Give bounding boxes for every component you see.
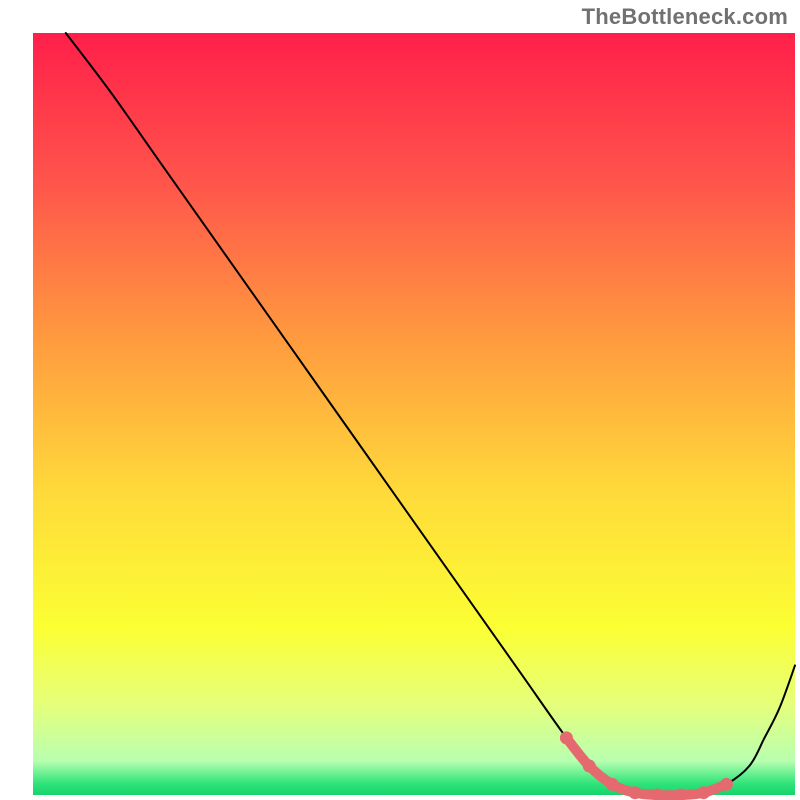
gradient-background	[33, 33, 795, 795]
optimal-range-marker	[606, 778, 619, 791]
optimal-range-marker	[720, 778, 733, 791]
optimal-range-marker	[583, 760, 596, 773]
optimal-range-marker	[697, 786, 710, 799]
chart-stage: TheBottleneck.com	[0, 0, 800, 800]
optimal-range-marker	[628, 786, 641, 799]
optimal-range-marker	[560, 731, 573, 744]
bottleneck-chart	[0, 0, 800, 800]
